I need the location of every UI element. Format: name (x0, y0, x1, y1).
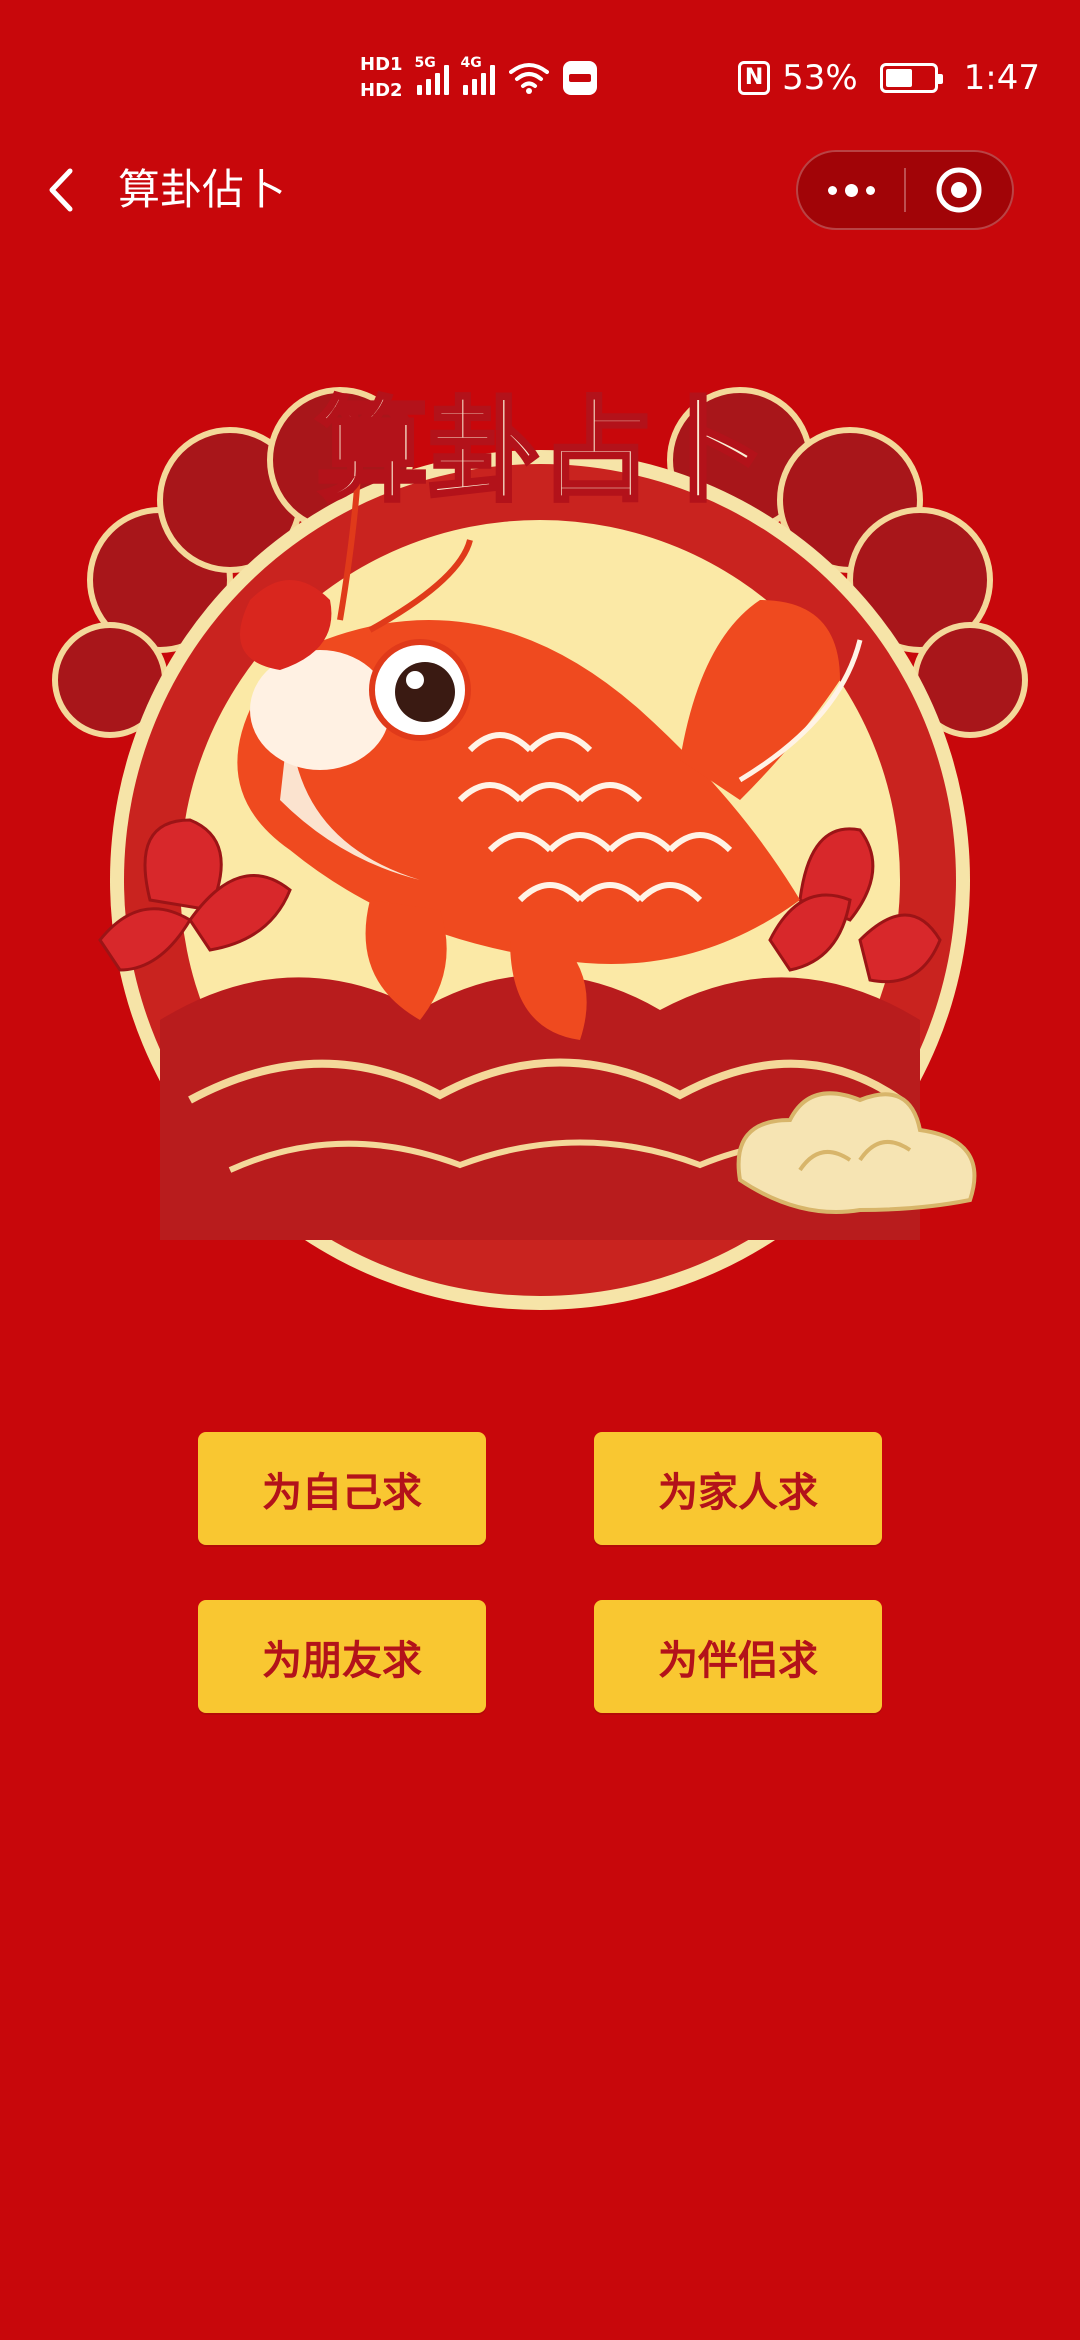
clock: 1:47 (963, 58, 1040, 98)
status-right: N 53% 1:47 (738, 48, 1040, 108)
signal-5g-icon: 5G (415, 55, 449, 95)
status-left: HD1 HD2 5G 4G (360, 48, 597, 108)
battery-icon (879, 63, 943, 93)
pray-for-friend-button[interactable]: 为朋友求 (198, 1600, 486, 1713)
koi-fish-illustration: 算卦占卜 (52, 385, 1028, 1310)
hd1-label: HD1 (360, 54, 403, 75)
more-dots-icon (827, 183, 875, 197)
more-button[interactable] (798, 152, 904, 228)
network-4g-label: 4G (460, 55, 482, 71)
pray-for-family-button[interactable]: 为家人求 (594, 1432, 882, 1545)
app-store-icon (562, 61, 597, 95)
page-title: 算卦佔卜 (118, 165, 287, 214)
signal-4g-icon: 4G (461, 55, 495, 95)
screen: HD1 HD2 5G 4G N 53% 1:47 算卦佔卜 算卦占卜 为自己求 … (0, 0, 1080, 2340)
banner-title: 算卦占卜 (316, 387, 764, 517)
close-miniprogram-button[interactable] (906, 152, 1012, 228)
hero-illustration: 算卦占卜 (40, 380, 1040, 1340)
hd2-label: HD2 (360, 80, 403, 101)
wifi-icon (508, 63, 549, 94)
nav-bar: 算卦佔卜 (0, 150, 1080, 230)
battery-percent: 53% (782, 58, 858, 98)
hd-indicator: HD1 HD2 (360, 55, 403, 101)
target-circle-icon (936, 167, 982, 213)
miniprogram-capsule (796, 150, 1014, 230)
back-button[interactable] (36, 162, 86, 218)
chevron-left-icon (49, 168, 73, 212)
nfc-icon: N (738, 61, 771, 95)
pray-for-partner-button[interactable]: 为伴侣求 (594, 1600, 882, 1713)
status-bar: HD1 HD2 5G 4G N 53% 1:47 (0, 0, 1080, 150)
pray-for-self-button[interactable]: 为自己求 (198, 1432, 486, 1545)
network-5g-label: 5G (414, 55, 436, 71)
